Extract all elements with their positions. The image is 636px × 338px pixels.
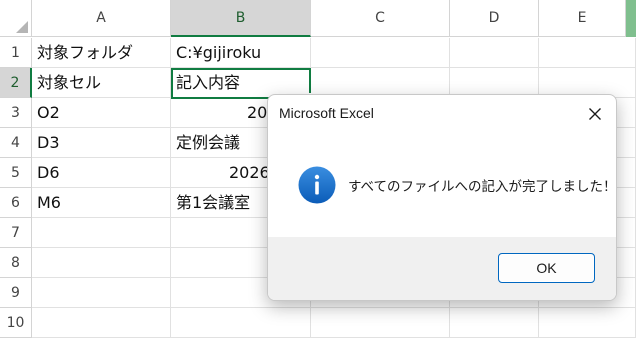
- cell-a5[interactable]: D6: [32, 158, 171, 188]
- column-header-d[interactable]: D: [450, 0, 539, 37]
- cell-b1[interactable]: C:¥gijiroku: [171, 38, 311, 68]
- close-button[interactable]: [580, 99, 610, 129]
- cell-d1[interactable]: [450, 38, 539, 68]
- cell-e1[interactable]: [539, 38, 636, 68]
- dialog-message: すべてのファイルへの記入が完了しました！: [348, 179, 617, 195]
- select-all-triangle-icon: [16, 21, 28, 33]
- cell-c1[interactable]: [311, 38, 450, 68]
- next-column-header-partial: [626, 0, 636, 37]
- column-header-e[interactable]: E: [539, 0, 626, 37]
- close-icon: [589, 108, 601, 120]
- row-header-1[interactable]: 1: [0, 38, 32, 68]
- row-header-8[interactable]: 8: [0, 248, 32, 278]
- cell-a2[interactable]: 対象セル: [32, 68, 171, 98]
- info-icon: [298, 166, 336, 204]
- cell-a9[interactable]: [32, 278, 171, 308]
- cell-c10[interactable]: [311, 308, 450, 338]
- cell-a3[interactable]: O2: [32, 98, 171, 128]
- cell-e10[interactable]: [539, 308, 636, 338]
- select-all-corner[interactable]: [0, 0, 32, 37]
- cell-b10[interactable]: [171, 308, 311, 338]
- cell-a4[interactable]: D3: [32, 128, 171, 158]
- column-header-b[interactable]: B: [171, 0, 311, 37]
- ok-button[interactable]: OK: [498, 253, 595, 283]
- row-header-10[interactable]: 10: [0, 308, 32, 338]
- dialog-body: すべてのファイルへの記入が完了しました！: [268, 139, 616, 237]
- cell-a10[interactable]: [32, 308, 171, 338]
- column-header-c[interactable]: C: [311, 0, 450, 37]
- cell-a1[interactable]: 対象フォルダ: [32, 38, 171, 68]
- message-box-dialog: Microsoft Excel すべてのファイルへの記入が完了しました！ OK: [267, 94, 617, 301]
- dialog-title: Microsoft Excel: [279, 105, 374, 121]
- cell-a6[interactable]: M6: [32, 188, 171, 218]
- row-header-6[interactable]: 6: [0, 188, 32, 218]
- row-header-3[interactable]: 3: [0, 98, 32, 128]
- row-header-4[interactable]: 4: [0, 128, 32, 158]
- dialog-footer: OK: [268, 237, 616, 300]
- cell-a8[interactable]: [32, 248, 171, 278]
- row-header-7[interactable]: 7: [0, 218, 32, 248]
- column-header-a[interactable]: A: [32, 0, 171, 37]
- row-header-5[interactable]: 5: [0, 158, 32, 188]
- row-header-9[interactable]: 9: [0, 278, 32, 308]
- row-header-2[interactable]: 2: [0, 68, 32, 98]
- cell-a7[interactable]: [32, 218, 171, 248]
- cell-d10[interactable]: [450, 308, 539, 338]
